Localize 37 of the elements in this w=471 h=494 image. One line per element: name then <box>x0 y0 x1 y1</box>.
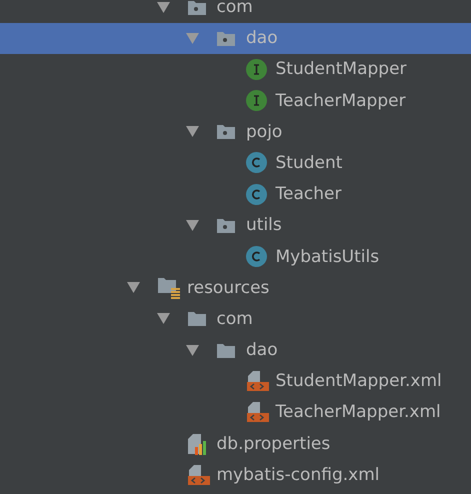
package-icon <box>216 123 236 140</box>
tree-item-label[interactable]: pojo <box>246 122 282 142</box>
expand-arrow-icon[interactable] <box>186 126 199 138</box>
tree-item-label[interactable]: db.properties <box>216 434 330 454</box>
xml-file-icon <box>246 401 270 424</box>
folder-icon <box>186 310 206 328</box>
tree-item-label[interactable]: Student <box>276 152 342 173</box>
expand-arrow-icon[interactable] <box>186 220 199 231</box>
expand-arrow-icon[interactable] <box>156 2 170 12</box>
class-icon <box>246 246 266 267</box>
expand-arrow-icon[interactable] <box>127 282 140 294</box>
class-icon <box>246 184 266 205</box>
tree-item-label[interactable]: com <box>216 308 253 329</box>
tree-item-label[interactable]: resources <box>187 278 270 298</box>
tree-item-label[interactable]: TeacherMapper.xml <box>276 402 441 422</box>
package-icon <box>186 0 206 16</box>
expand-arrow-icon[interactable] <box>156 313 170 324</box>
package-icon <box>216 216 236 234</box>
tree-item-label[interactable]: MybatisUtils <box>276 246 380 266</box>
expand-arrow-icon[interactable] <box>186 344 199 356</box>
interface-icon <box>246 58 266 80</box>
tree-item-label[interactable]: com <box>216 0 253 17</box>
tree-item-label[interactable]: utils <box>246 215 282 236</box>
properties-file-icon <box>186 432 208 455</box>
xml-file-icon <box>186 464 210 486</box>
tree-item-label[interactable]: Teacher <box>276 184 342 204</box>
class-icon <box>246 152 266 174</box>
interface-icon <box>246 90 266 112</box>
tree-item-label[interactable]: TeacherMapper <box>276 90 406 111</box>
resources-folder-icon <box>157 276 181 299</box>
tree-item-label[interactable]: dao <box>246 340 278 360</box>
tree-item-label[interactable]: mybatis-config.xml <box>216 464 380 485</box>
package-icon <box>216 30 236 47</box>
folder-icon <box>216 342 236 359</box>
xml-file-icon <box>246 370 270 392</box>
tree-item-label[interactable]: StudentMapper <box>276 59 407 80</box>
tree-item-label[interactable]: StudentMapper.xml <box>276 371 442 392</box>
